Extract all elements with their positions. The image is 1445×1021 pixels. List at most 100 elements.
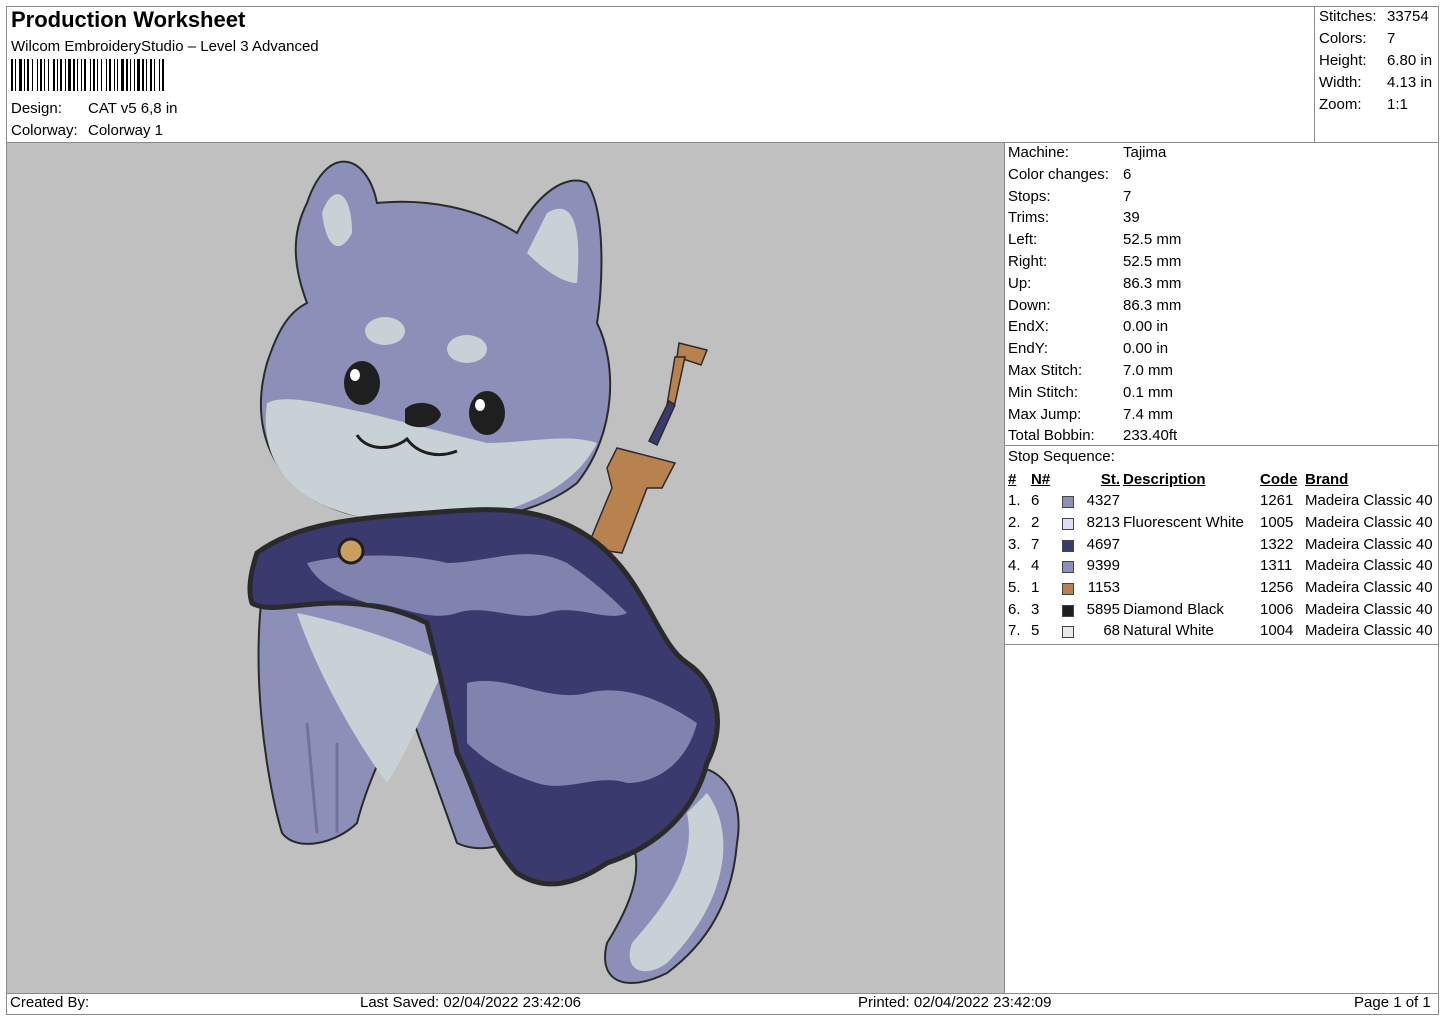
thread-code: 1261 <box>1260 492 1294 510</box>
machine-value: 6 <box>1123 165 1132 183</box>
barcode-icon <box>11 59 164 91</box>
table-row: 7. 5 68 Natural White 1004 Madeira Classic 40 <box>1005 620 1441 642</box>
stitch-count: 8213 <box>1086 514 1120 532</box>
thread-brand: Madeira Classic 40 <box>1305 535 1433 553</box>
summary-label: Colors: <box>1319 30 1367 47</box>
col-header-n: N# <box>1031 471 1051 488</box>
stitch-count: 4327 <box>1086 492 1120 510</box>
summary-value: 4.13 in <box>1387 74 1433 91</box>
table-row: 4. 4 9399 1311 Madeira Classic 40 <box>1005 555 1441 577</box>
row-number: 6. <box>1008 600 1021 618</box>
thread-code: 1311 <box>1260 557 1293 575</box>
stitch-count: 5895 <box>1086 600 1120 618</box>
color-swatch <box>1062 626 1074 639</box>
row-number: 5. <box>1008 579 1021 597</box>
col-header-brand: Brand <box>1305 471 1349 488</box>
blank-panel <box>1004 644 1439 994</box>
summary-label: Height: <box>1319 52 1367 69</box>
summary-label: Stitches: <box>1319 8 1377 25</box>
machine-value: 52.5 mm <box>1123 253 1182 270</box>
machine-label: EndY: <box>1008 340 1049 358</box>
table-row: 1. 6 4327 1261 Madeira Classic 40 <box>1005 490 1441 512</box>
table-row: 2. 2 8213 Fluorescent White 1005 Madeira Clas… <box>1005 512 1441 534</box>
embroidery-design-preview <box>247 160 740 984</box>
color-swatch <box>1062 561 1074 574</box>
table-row: 3. 7 4697 1322 Madeira Classic 40 <box>1005 533 1441 555</box>
thread-brand: Madeira Classic 40 <box>1305 622 1433 640</box>
machine-value: 233.40ft <box>1123 427 1178 445</box>
thread-brand: Madeira Classic 40 <box>1305 514 1433 532</box>
machine-label: Trims: <box>1008 209 1050 227</box>
row-number: 2. <box>1008 514 1021 532</box>
color-description <box>1120 490 1257 512</box>
thread-brand: Madeira Classic 40 <box>1305 579 1433 597</box>
needle-number: 2 <box>1031 514 1040 532</box>
colorway-label: Colorway: <box>11 122 78 139</box>
cat-head <box>259 160 612 524</box>
table-row: 5. 1 1153 1256 Madeira Classic 40 <box>1005 577 1441 599</box>
thread-code: 1256 <box>1260 579 1294 597</box>
stitch-count: 4697 <box>1086 535 1120 553</box>
thread-code: 1322 <box>1260 535 1294 553</box>
design-value: CAT v5 6,8 in <box>88 100 178 117</box>
machine-label: Left: <box>1008 231 1038 249</box>
color-swatch <box>1062 496 1074 509</box>
color-swatch <box>1062 539 1074 552</box>
color-description: Fluorescent White <box>1123 514 1244 532</box>
row-number: 7. <box>1008 622 1021 640</box>
color-description <box>1120 533 1257 555</box>
machine-label: Right: <box>1008 253 1048 270</box>
page-number: Page 1 of 1 <box>1354 994 1431 1011</box>
stop-sequence-label: Stop Sequence: <box>1008 448 1115 465</box>
needle-number: 1 <box>1031 579 1040 597</box>
stitch-count: 1153 <box>1087 579 1120 597</box>
created-by: Created By: <box>10 994 90 1011</box>
design-label: Design: <box>11 100 62 117</box>
machine-value: 0.00 in <box>1123 318 1169 336</box>
machine-label: Stops: <box>1008 187 1051 205</box>
thread-code: 1004 <box>1260 622 1294 640</box>
thread-brand: Madeira Classic 40 <box>1305 492 1433 510</box>
summary-label: Width: <box>1319 74 1362 91</box>
machine-label: Max Jump: <box>1008 405 1082 423</box>
machine-label: EndX: <box>1008 318 1049 336</box>
summary-value: 7 <box>1387 30 1396 47</box>
software-name: Wilcom EmbroideryStudio – Level 3 Advanc… <box>11 38 319 55</box>
col-header-code: Code <box>1260 471 1298 488</box>
needle-number: 5 <box>1031 622 1040 640</box>
summary-value: 33754 <box>1387 8 1429 25</box>
color-swatch <box>1062 518 1074 531</box>
col-header-num: # <box>1008 471 1017 488</box>
color-description <box>1120 577 1257 599</box>
machine-label: Up: <box>1008 274 1032 292</box>
color-description: Natural White <box>1123 622 1214 640</box>
page-title: Production Worksheet <box>11 7 246 32</box>
needle-number: 4 <box>1031 557 1040 575</box>
color-description: Diamond Black <box>1123 600 1224 618</box>
thread-brand: Madeira Classic 40 <box>1305 600 1433 618</box>
machine-label: Machine: <box>1008 144 1069 161</box>
machine-value: 86.3 mm <box>1123 296 1182 314</box>
stop-sequence-table: # N# St. Description Code Brand 1. 6 4327 1… <box>1005 469 1441 642</box>
machine-label: Min Stitch: <box>1008 383 1079 401</box>
summary-value: 1:1 <box>1387 96 1408 113</box>
machine-label: Down: <box>1008 296 1051 314</box>
last-saved: Last Saved: 02/04/2022 23:42:06 <box>360 994 582 1011</box>
color-description <box>1120 555 1257 577</box>
machine-value: Tajima <box>1123 144 1167 161</box>
thread-code: 1005 <box>1260 514 1294 532</box>
row-number: 3. <box>1008 535 1021 553</box>
machine-value: 7.4 mm <box>1123 405 1174 423</box>
needle-number: 3 <box>1031 600 1040 618</box>
stitch-count: 9399 <box>1086 557 1120 575</box>
stitch-count: 68 <box>1103 622 1120 640</box>
machine-label: Total Bobbin: <box>1008 427 1095 445</box>
machine-value: 7 <box>1123 187 1132 205</box>
machine-value: 52.5 mm <box>1123 231 1182 249</box>
colorway-value: Colorway 1 <box>88 122 164 139</box>
machine-value: 7.0 mm <box>1123 362 1174 379</box>
printed-date: Printed: 02/04/2022 23:42:09 <box>858 994 1052 1011</box>
color-swatch <box>1062 583 1074 596</box>
machine-value: 39 <box>1123 209 1140 227</box>
summary-value: 6.80 in <box>1387 52 1433 69</box>
